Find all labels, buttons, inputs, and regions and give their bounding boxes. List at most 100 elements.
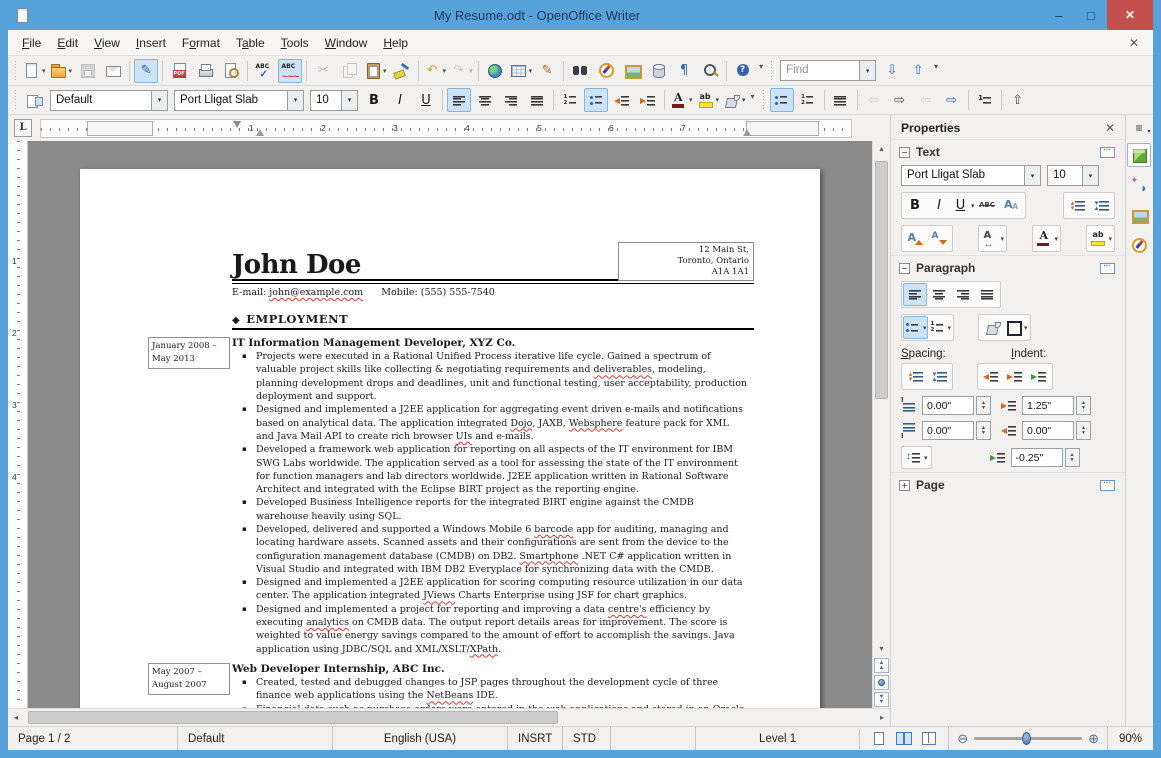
help-button[interactable] bbox=[731, 59, 755, 83]
format-paintbrush-button[interactable] bbox=[390, 59, 414, 83]
font-color-button[interactable]: ▾ bbox=[1034, 227, 1059, 250]
collapse-icon[interactable]: − bbox=[899, 263, 910, 274]
bold-button[interactable]: B bbox=[362, 88, 386, 112]
open-dropdown-icon[interactable]: ▾ bbox=[69, 67, 73, 75]
decrease-indent-button[interactable] bbox=[1003, 365, 1027, 388]
shrink-font-button[interactable] bbox=[927, 227, 951, 250]
gallery-button[interactable] bbox=[620, 59, 644, 83]
decrease-indent-button[interactable] bbox=[610, 88, 634, 112]
paste-button[interactable]: ▾ bbox=[363, 59, 388, 83]
auto-spellcheck-button[interactable] bbox=[278, 59, 302, 83]
find-previous-button[interactable]: ⇧ bbox=[906, 59, 930, 83]
no-list-button[interactable] bbox=[829, 88, 853, 112]
promote-one-level-button[interactable]: ⇦ bbox=[862, 88, 886, 112]
increase-indent-button[interactable] bbox=[636, 88, 660, 112]
decrease-paragraph-spacing-button[interactable] bbox=[927, 365, 951, 388]
edit-file-button[interactable]: ✎ bbox=[134, 59, 158, 83]
insert-table-button[interactable]: ▾ bbox=[509, 59, 534, 83]
status-page-style[interactable]: Default bbox=[178, 727, 333, 750]
scroll-up-icon[interactable]: ▴ bbox=[873, 141, 890, 157]
zoom-slider-track[interactable] bbox=[974, 737, 1082, 740]
status-zoom-value[interactable]: 90% bbox=[1107, 727, 1153, 750]
spinner-arrows[interactable]: ▲▼ bbox=[1076, 396, 1091, 415]
find-and-replace-button[interactable] bbox=[568, 59, 592, 83]
job-bullet[interactable]: Developed, delivered and supported a Win… bbox=[256, 523, 748, 576]
grow-font-button[interactable] bbox=[903, 227, 927, 250]
font-color-button[interactable]: ▾ bbox=[669, 88, 694, 112]
collapse-icon[interactable]: − bbox=[899, 147, 910, 158]
highlighting-dropdown-icon[interactable]: ▾ bbox=[716, 96, 720, 104]
menu-edit[interactable]: Edit bbox=[49, 33, 86, 53]
minimize-button[interactable]: – bbox=[1043, 0, 1075, 30]
find-next-button[interactable]: ⇩ bbox=[880, 59, 904, 83]
job-bullet[interactable]: Designed and implemented a project for r… bbox=[256, 603, 748, 656]
chevron-down-icon[interactable]: ▾ bbox=[341, 91, 357, 110]
job-dates[interactable]: January 2008 –May 2013 bbox=[148, 337, 230, 369]
toolbar-overflow-button[interactable]: ▾ bbox=[756, 56, 766, 71]
hyperlink-button[interactable] bbox=[483, 59, 507, 83]
switch-indent-button[interactable] bbox=[1027, 365, 1051, 388]
new-document-button[interactable]: ▾ bbox=[22, 59, 47, 83]
align-justify-button[interactable] bbox=[525, 88, 549, 112]
bullets-on-off-2-button[interactable] bbox=[770, 88, 794, 112]
address-box[interactable]: 12 Main St,Toronto, OntarioA1A 1A1 bbox=[618, 242, 754, 281]
status-selection-mode[interactable]: STD bbox=[563, 727, 611, 750]
insert-unnumbered-entry-button[interactable] bbox=[973, 88, 997, 112]
above-spacing-field[interactable]: 0.00" ▲▼ bbox=[922, 396, 991, 415]
toolbar-overflow-button[interactable]: ▾ bbox=[931, 56, 941, 71]
underline-button[interactable]: U bbox=[414, 88, 438, 112]
job-title[interactable]: IT Information Management Developer, XYZ… bbox=[232, 337, 754, 349]
find-input[interactable]: Find▾ bbox=[780, 60, 876, 81]
page-dialog-launcher-icon[interactable] bbox=[1100, 480, 1115, 491]
demote-one-level-button[interactable]: ⇨ bbox=[888, 88, 912, 112]
bold-button[interactable]: B bbox=[903, 194, 927, 217]
undo-button[interactable]: ↶▾ bbox=[423, 59, 448, 83]
align-left-button[interactable] bbox=[903, 283, 927, 306]
font-name-combo[interactable]: Port Lligat Slab▾ bbox=[174, 90, 304, 111]
chevron-down-icon[interactable]: ▾ bbox=[151, 91, 167, 110]
increase-paragraph-spacing-button[interactable] bbox=[903, 365, 927, 388]
horizontal-scroll-track[interactable] bbox=[24, 709, 874, 726]
zoom-slider[interactable]: ⊖ ⊕ bbox=[948, 727, 1107, 750]
print-button[interactable] bbox=[193, 59, 217, 83]
italic-button[interactable]: I bbox=[927, 194, 951, 217]
paragraph-dialog-launcher-icon[interactable] bbox=[1100, 263, 1115, 274]
highlighting-button[interactable]: ▾ bbox=[1088, 227, 1113, 250]
menu-window[interactable]: Window bbox=[317, 33, 376, 53]
next-page-button[interactable]: ▼▼ bbox=[874, 692, 889, 707]
align-right-button[interactable] bbox=[951, 283, 975, 306]
data-sources-button[interactable] bbox=[646, 59, 670, 83]
toolbar-grip[interactable] bbox=[769, 61, 774, 81]
menu-tools[interactable]: Tools bbox=[273, 33, 317, 53]
vertical-scroll-track[interactable] bbox=[873, 157, 890, 641]
borders-button[interactable]: ▾ bbox=[1004, 316, 1029, 339]
vertical-ruler[interactable]: 1234 bbox=[8, 141, 28, 708]
show-draw-functions-button[interactable]: ✎ bbox=[535, 59, 559, 83]
right-indent-marker[interactable] bbox=[743, 129, 751, 136]
left-margin-box[interactable] bbox=[87, 121, 153, 136]
character-spacing-dropdown-icon[interactable]: ▾ bbox=[1000, 235, 1004, 243]
expand-icon[interactable]: + bbox=[899, 480, 910, 491]
job-bullet[interactable]: Projects were executed in a Rational Uni… bbox=[256, 350, 748, 403]
numbering-dropdown-icon[interactable]: ▾ bbox=[948, 324, 952, 332]
zoom-out-icon[interactable]: ⊖ bbox=[957, 731, 968, 747]
job-bullet[interactable]: Developed Business Intelligence reports … bbox=[256, 496, 748, 523]
zoom-slider-thumb[interactable] bbox=[1022, 732, 1031, 745]
redo-button[interactable]: ↷▾ bbox=[449, 59, 474, 83]
save-button[interactable] bbox=[75, 59, 99, 83]
vertical-scroll-thumb[interactable] bbox=[875, 161, 888, 399]
move-up-button[interactable]: ⇧ bbox=[1006, 88, 1030, 112]
text-dialog-launcher-icon[interactable] bbox=[1100, 147, 1115, 158]
font-size-combo[interactable]: 10▾ bbox=[310, 90, 358, 111]
menu-table[interactable]: Table bbox=[228, 33, 273, 53]
zoom-button[interactable] bbox=[698, 59, 722, 83]
highlighting-dropdown-icon[interactable]: ▾ bbox=[1108, 235, 1112, 243]
vertical-scrollbar[interactable]: ▴ ▾ ▲▲ ▼▼ bbox=[872, 141, 890, 708]
paste-dropdown-icon[interactable]: ▾ bbox=[383, 67, 387, 75]
navigator-button[interactable] bbox=[594, 59, 618, 83]
promote-with-subpoints-button[interactable]: ⇦ bbox=[914, 88, 938, 112]
spellcheck-button[interactable] bbox=[252, 59, 276, 83]
job-title[interactable]: Web Developer Internship, ABC Inc. bbox=[232, 663, 754, 675]
underline-button[interactable]: U▾ bbox=[951, 194, 976, 217]
horizontal-scroll-thumb[interactable] bbox=[28, 711, 558, 724]
